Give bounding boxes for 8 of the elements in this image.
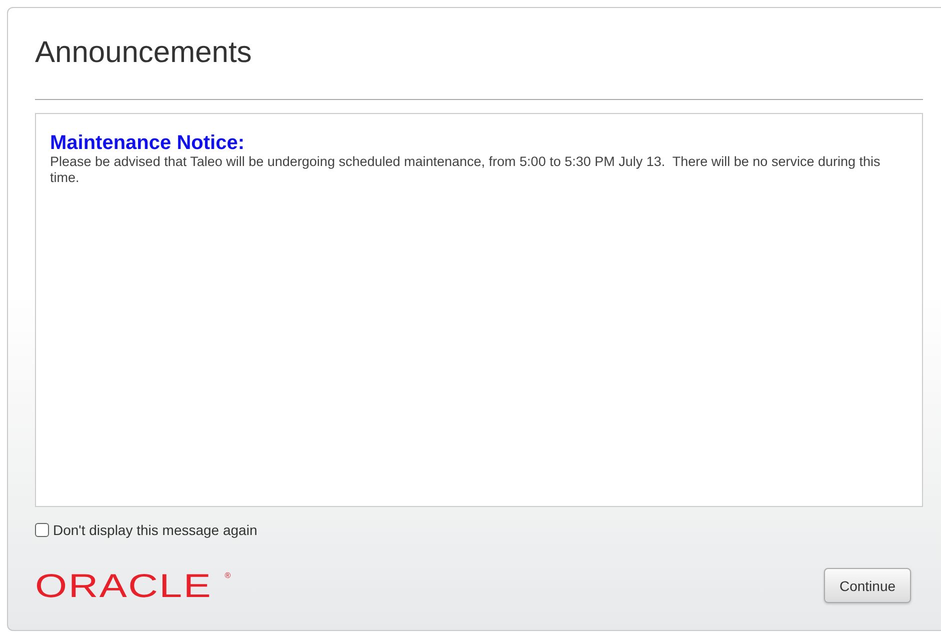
checkbox[interactable] [35,523,49,537]
dialog-title: Announcements [35,36,253,70]
notice-heading: Maintenance Notice: [50,132,246,154]
continue-button[interactable]: Continue [824,568,911,603]
notice-text: Please be advised that Taleo will be undergoing scheduled maintenance, from 5:00 to 5:30 PM July 13. There will be no service during this time. [50,154,882,186]
registered-mark: ® [224,570,231,580]
logo-text: ORACLE [35,570,212,600]
checkbox-label[interactable]: Don't display this message again [53,522,258,538]
